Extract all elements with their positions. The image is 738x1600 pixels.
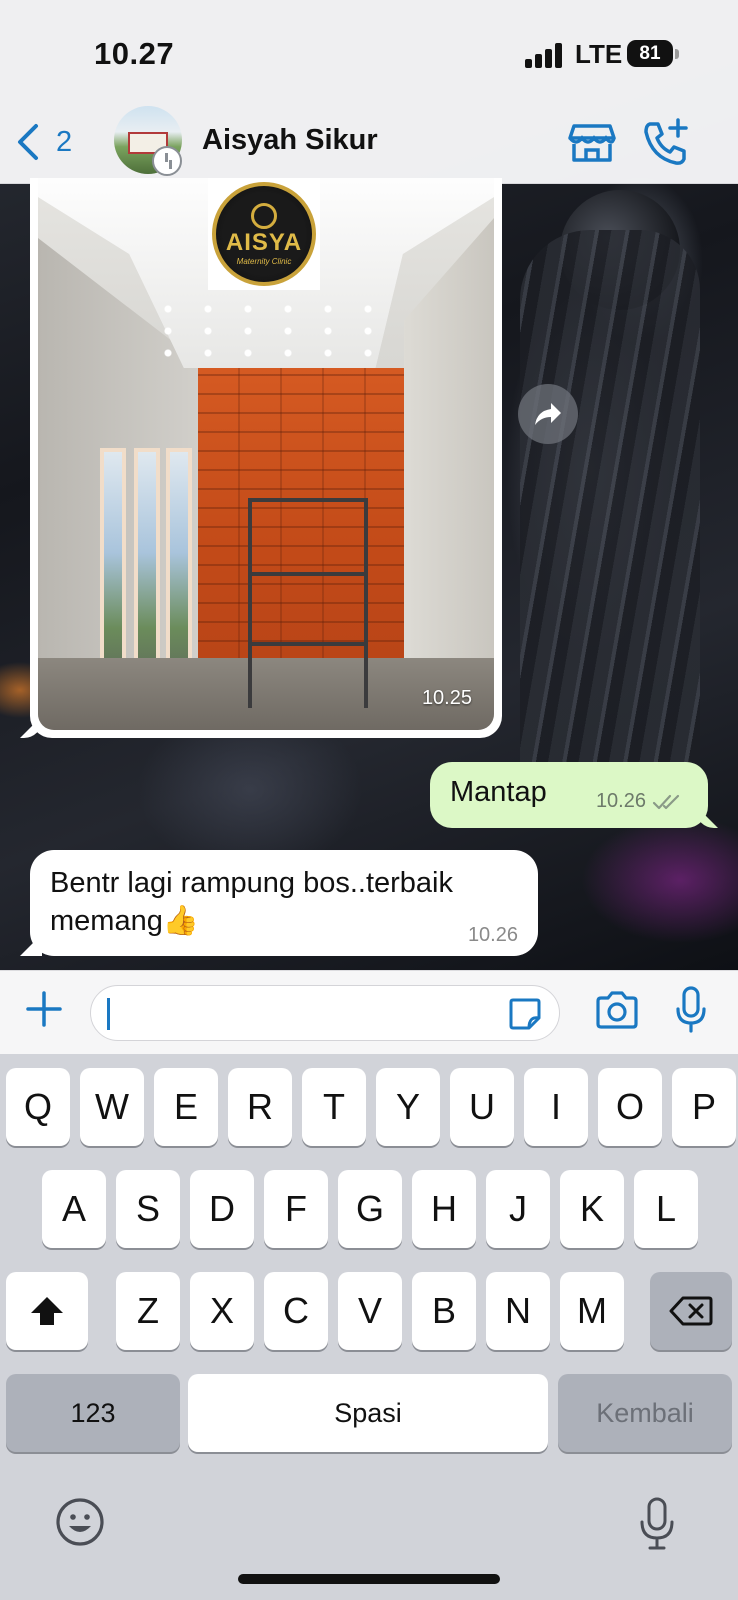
photo-right-wall xyxy=(404,218,494,730)
store-icon xyxy=(568,124,616,162)
text-caret xyxy=(107,998,110,1030)
key-m[interactable]: M xyxy=(560,1272,624,1350)
key-r[interactable]: R xyxy=(228,1068,292,1146)
logo-subtext: Maternity Clinic xyxy=(236,256,292,266)
outgoing-message-bubble[interactable]: Mantap 10.26 xyxy=(430,762,708,828)
key-y[interactable]: Y xyxy=(376,1068,440,1146)
key-h[interactable]: H xyxy=(412,1170,476,1248)
key-d[interactable]: D xyxy=(190,1170,254,1248)
clinic-logo-badge: AISYA Maternity Clinic xyxy=(212,182,316,286)
message-input[interactable] xyxy=(90,985,560,1041)
key-i[interactable]: I xyxy=(524,1068,588,1146)
battery-indicator: 81 xyxy=(627,40,679,67)
key-p[interactable]: P xyxy=(672,1068,736,1146)
photo-scaffold xyxy=(248,498,368,708)
key-g[interactable]: G xyxy=(338,1170,402,1248)
add-call-button[interactable] xyxy=(640,116,692,168)
key-b[interactable]: B xyxy=(412,1272,476,1350)
space-key[interactable]: Spasi xyxy=(188,1374,548,1452)
key-s[interactable]: S xyxy=(116,1170,180,1248)
logo-text: AISYA xyxy=(225,228,303,256)
key-a[interactable]: A xyxy=(42,1170,106,1248)
signal-strength-icon xyxy=(525,42,565,68)
chat-header: 10.27 LTE 81 2 Aisyah Sikur xyxy=(0,0,738,184)
key-c[interactable]: C xyxy=(264,1272,328,1350)
message-time: 10.26 xyxy=(467,924,518,946)
backspace-key[interactable] xyxy=(650,1272,732,1350)
home-indicator[interactable] xyxy=(238,1574,500,1584)
key-q[interactable]: Q xyxy=(6,1068,70,1146)
key-k[interactable]: K xyxy=(560,1170,624,1248)
add-call-icon xyxy=(644,118,688,165)
wallpaper-armor xyxy=(520,230,700,790)
incoming-message-bubble[interactable]: Bentr lagi rampung bos..terbaik memang👍 … xyxy=(30,850,538,956)
back-chevron-icon xyxy=(18,124,38,160)
key-v[interactable]: V xyxy=(338,1272,402,1350)
return-key[interactable]: Kembali xyxy=(558,1374,732,1452)
forward-arrow-icon xyxy=(535,403,561,425)
unread-chats-count: 2 xyxy=(56,125,73,158)
back-button[interactable]: 2 xyxy=(14,118,84,166)
message-text: Bentr lagi rampung bos..terbaik memang👍 xyxy=(50,867,453,937)
emoji-icon[interactable] xyxy=(54,1496,106,1548)
numbers-key[interactable]: 123 xyxy=(6,1374,180,1452)
key-n[interactable]: N xyxy=(486,1272,550,1350)
network-type: LTE xyxy=(575,39,623,69)
key-x[interactable]: X xyxy=(190,1272,254,1350)
key-f[interactable]: F xyxy=(264,1170,328,1248)
double-check-icon xyxy=(652,794,680,809)
key-u[interactable]: U xyxy=(450,1068,514,1146)
message-time: 10.26 xyxy=(595,790,646,812)
image-message-bubble[interactable]: AISYA Maternity Clinic 10.25 xyxy=(30,178,502,738)
onscreen-keyboard: Q W E R T Y U I O P A S D F G H J K L Z … xyxy=(0,1054,738,1600)
camera-icon[interactable] xyxy=(594,989,640,1031)
construction-photo[interactable]: AISYA Maternity Clinic 10.25 xyxy=(38,178,494,730)
backspace-icon xyxy=(669,1296,713,1326)
status-time: 10.27 xyxy=(94,36,175,71)
microphone-icon[interactable] xyxy=(674,985,708,1035)
message-time: 10.25 xyxy=(421,687,472,709)
shift-icon xyxy=(31,1297,63,1325)
message-input-bar xyxy=(0,970,738,1054)
dictation-mic-icon[interactable] xyxy=(638,1496,676,1552)
key-t[interactable]: T xyxy=(302,1068,366,1146)
key-e[interactable]: E xyxy=(154,1068,218,1146)
store-button[interactable] xyxy=(566,116,618,168)
message-text: Mantap xyxy=(450,776,547,808)
key-l[interactable]: L xyxy=(634,1170,698,1248)
plus-icon[interactable] xyxy=(24,989,64,1029)
key-j[interactable]: J xyxy=(486,1170,550,1248)
status-ring-icon xyxy=(152,146,182,176)
key-w[interactable]: W xyxy=(80,1068,144,1146)
message-meta: 10.26 xyxy=(596,790,682,813)
contact-name[interactable]: Aisyah Sikur xyxy=(202,124,378,157)
mother-child-icon xyxy=(251,202,277,229)
forward-button[interactable] xyxy=(518,384,578,444)
clinic-logo: AISYA Maternity Clinic xyxy=(208,178,320,290)
photo-ceiling-lights xyxy=(148,298,398,358)
key-o[interactable]: O xyxy=(598,1068,662,1146)
key-z[interactable]: Z xyxy=(116,1272,180,1350)
shift-key[interactable] xyxy=(6,1272,88,1350)
sticker-icon[interactable] xyxy=(507,996,543,1032)
